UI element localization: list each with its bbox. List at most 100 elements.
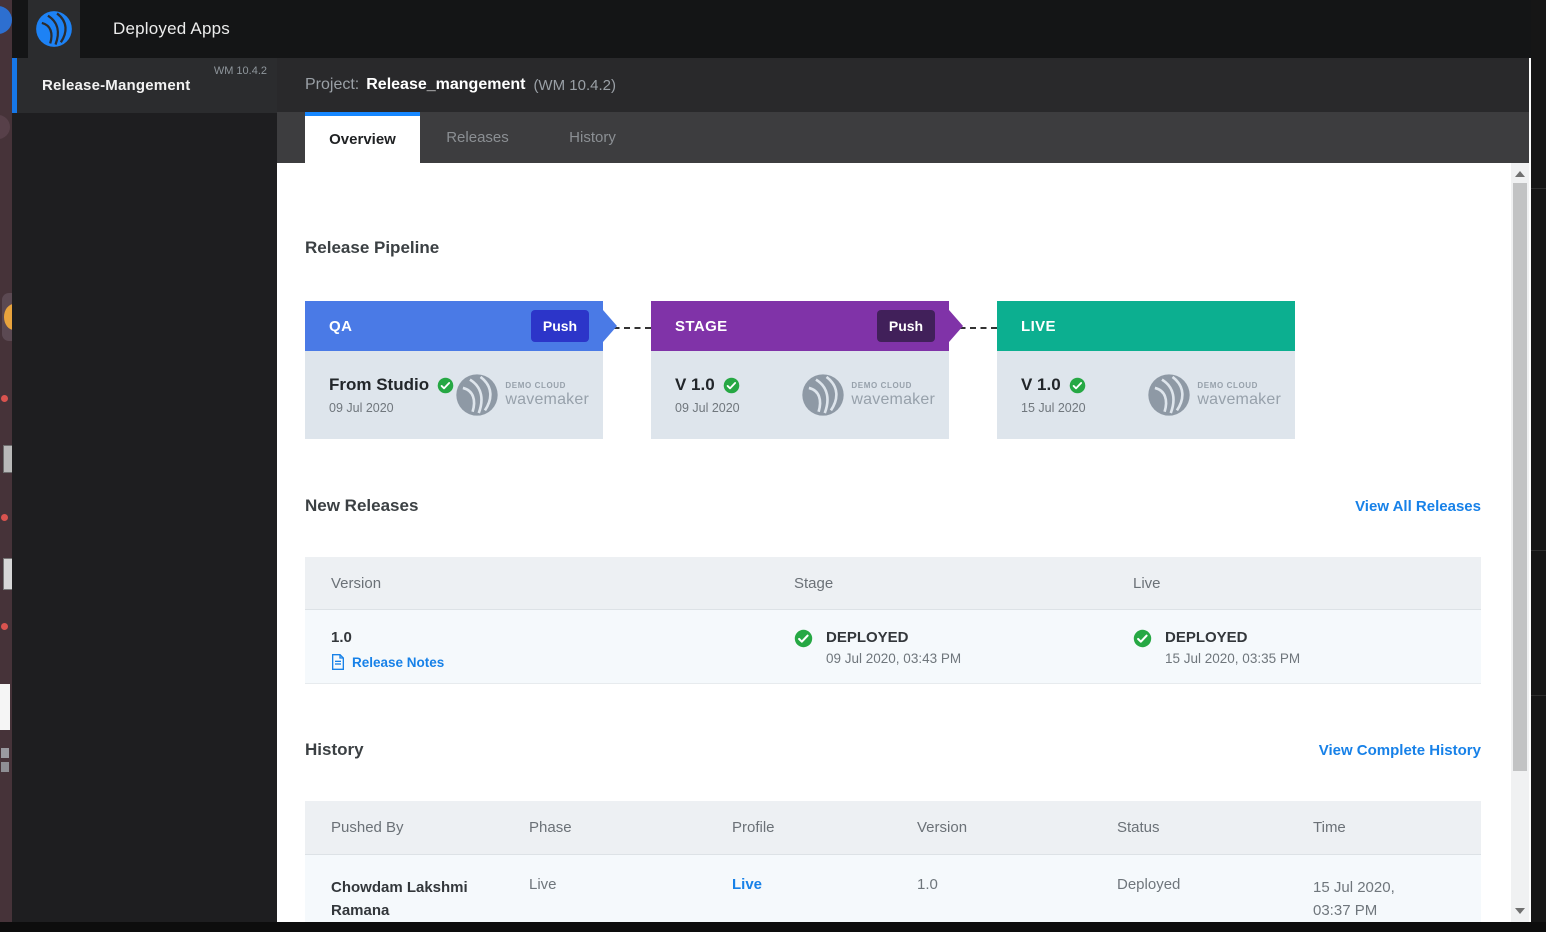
history-profile-link[interactable]: Live xyxy=(706,855,891,922)
bottom-edge-bar xyxy=(0,922,1546,932)
tab-bar: Overview Releases History xyxy=(277,112,1529,163)
stage-name: LIVE xyxy=(1021,318,1056,335)
column-header-version: Version xyxy=(305,557,768,609)
app-version-badge: WM 10.4.2 xyxy=(214,65,267,77)
tab-releases[interactable]: Releases xyxy=(420,112,535,163)
wavemaker-wave-icon xyxy=(801,373,845,417)
logo-caption: DEMO CLOUD xyxy=(1197,381,1281,390)
dock-notification-dot xyxy=(1,395,8,402)
dock-icon-partial[interactable] xyxy=(1,748,9,758)
window-right-edge xyxy=(1529,58,1531,922)
sidebar: WM 10.4.2 Release-Mangement xyxy=(12,58,277,922)
column-header-pushed-by: Pushed By xyxy=(305,801,503,854)
demo-cloud-logo: DEMO CLOUD wavemaker xyxy=(455,373,589,417)
column-header-version: Version xyxy=(891,801,1091,854)
demo-cloud-logo: DEMO CLOUD wavemaker xyxy=(801,373,935,417)
stage-version: V 1.0 xyxy=(1021,375,1061,395)
dock-icon-partial-top[interactable] xyxy=(0,6,12,34)
document-icon xyxy=(331,654,345,670)
project-name: Release_mangement xyxy=(366,76,525,94)
scrollbar-thumb[interactable] xyxy=(1513,183,1527,771)
stage-name: STAGE xyxy=(675,318,728,335)
main-panel: Project: Release_mangement (WM 10.4.2) O… xyxy=(277,58,1529,922)
wavemaker-wave-icon xyxy=(455,373,499,417)
dock-icon-partial[interactable] xyxy=(3,445,12,473)
check-icon xyxy=(794,629,813,648)
stage-header-stage: STAGE Push xyxy=(651,301,949,351)
logo-brand: wavemaker xyxy=(851,391,935,409)
tab-overview[interactable]: Overview xyxy=(305,112,420,163)
history-version: 1.0 xyxy=(891,855,1091,922)
stage-name: QA xyxy=(329,318,352,335)
stage-header-live: LIVE xyxy=(997,301,1295,351)
view-complete-history-link[interactable]: View Complete History xyxy=(1319,742,1481,759)
scroll-down-icon[interactable] xyxy=(1515,908,1525,914)
view-all-releases-link[interactable]: View All Releases xyxy=(1355,498,1481,515)
history-title: History xyxy=(305,740,364,760)
new-releases-row: 1.0 Release Notes DEPLOYED 09 Jul 2020, … xyxy=(305,610,1481,684)
live-status-time: 15 Jul 2020, 03:35 PM xyxy=(1165,651,1300,666)
stage-status-time: 09 Jul 2020, 03:43 PM xyxy=(826,651,961,666)
pipeline-stage-live: LIVE V 1.0 15 Jul 2020 xyxy=(997,301,1295,439)
stage-body-live: V 1.0 15 Jul 2020 xyxy=(997,351,1295,439)
logo-caption: DEMO CLOUD xyxy=(505,381,589,390)
app-name: Release-Mangement xyxy=(42,77,190,94)
history-time: 15 Jul 2020, 03:37 PM xyxy=(1287,855,1452,922)
live-status: DEPLOYED xyxy=(1165,629,1300,646)
new-releases-table: Version Stage Live 1.0 Release Notes xyxy=(305,557,1481,684)
pipeline-stage-qa: QA Push From Studio 09 Jul 2020 xyxy=(305,301,603,439)
project-label: Project: xyxy=(305,76,359,94)
release-pipeline-title: Release Pipeline xyxy=(305,238,1511,258)
release-version: 1.0 xyxy=(331,629,768,646)
logo-caption: DEMO CLOUD xyxy=(851,381,935,390)
history-pushed-by: Chowdam Lakshmi Ramana xyxy=(305,855,485,922)
logo-brand: wavemaker xyxy=(1197,391,1281,409)
check-icon xyxy=(1133,629,1152,648)
stage-header-qa: QA Push xyxy=(305,301,603,351)
dock-notification-dot xyxy=(1,514,8,521)
check-icon xyxy=(723,377,740,394)
screen: Deployed Apps WM 10.4.2 Release-Mangemen… xyxy=(0,0,1546,932)
push-button-qa[interactable]: Push xyxy=(531,310,589,342)
stage-version: From Studio xyxy=(329,375,429,395)
check-icon xyxy=(437,377,454,394)
wavemaker-logo[interactable] xyxy=(28,0,80,58)
history-status: Deployed xyxy=(1091,855,1287,922)
new-releases-table-header: Version Stage Live xyxy=(305,557,1481,610)
app-title: Deployed Apps xyxy=(113,19,230,39)
new-releases-title: New Releases xyxy=(305,496,418,516)
content-scroll-area: Release Pipeline QA Push From Studio xyxy=(277,163,1511,922)
stage-body-qa: From Studio 09 Jul 2020 xyxy=(305,351,603,439)
column-header-profile: Profile xyxy=(706,801,891,854)
history-table: Pushed By Phase Profile Version Status T… xyxy=(305,801,1481,922)
wavemaker-wave-icon xyxy=(35,10,73,48)
top-bar: Deployed Apps xyxy=(12,0,1546,58)
project-version: (WM 10.4.2) xyxy=(533,77,616,94)
vertical-scrollbar[interactable] xyxy=(1511,163,1529,922)
dock-icon-partial[interactable] xyxy=(1,762,9,772)
column-header-live: Live xyxy=(1107,557,1481,609)
project-header: Project: Release_mangement (WM 10.4.2) xyxy=(277,58,1529,112)
history-phase: Live xyxy=(503,855,706,922)
dock-icon-partial[interactable] xyxy=(3,558,12,590)
dock-icon-partial-white[interactable] xyxy=(0,684,10,730)
sidebar-item-release-mangement[interactable]: WM 10.4.2 Release-Mangement xyxy=(12,58,277,113)
stage-date: 09 Jul 2020 xyxy=(675,401,740,415)
demo-cloud-logo: DEMO CLOUD wavemaker xyxy=(1147,373,1281,417)
column-header-stage: Stage xyxy=(768,557,1107,609)
stage-arrow-icon xyxy=(603,310,617,342)
stage-date: 15 Jul 2020 xyxy=(1021,401,1086,415)
release-notes-link[interactable]: Release Notes xyxy=(331,654,768,670)
scroll-up-icon[interactable] xyxy=(1515,171,1525,177)
history-row: Chowdam Lakshmi Ramana Live Live 1.0 Dep… xyxy=(305,855,1481,922)
right-edge-strip xyxy=(1531,0,1546,922)
tab-history[interactable]: History xyxy=(535,112,650,163)
dock-icon-partial[interactable] xyxy=(0,115,10,139)
column-header-phase: Phase xyxy=(503,801,706,854)
pipeline-stage-stage: STAGE Push V 1.0 09 Jul 2020 xyxy=(651,301,949,439)
release-pipeline: QA Push From Studio 09 Jul 2020 xyxy=(305,301,1511,439)
dock-notification-dot xyxy=(1,623,8,630)
push-button-stage[interactable]: Push xyxy=(877,310,935,342)
stage-version: V 1.0 xyxy=(675,375,715,395)
wavemaker-wave-icon xyxy=(1147,373,1191,417)
